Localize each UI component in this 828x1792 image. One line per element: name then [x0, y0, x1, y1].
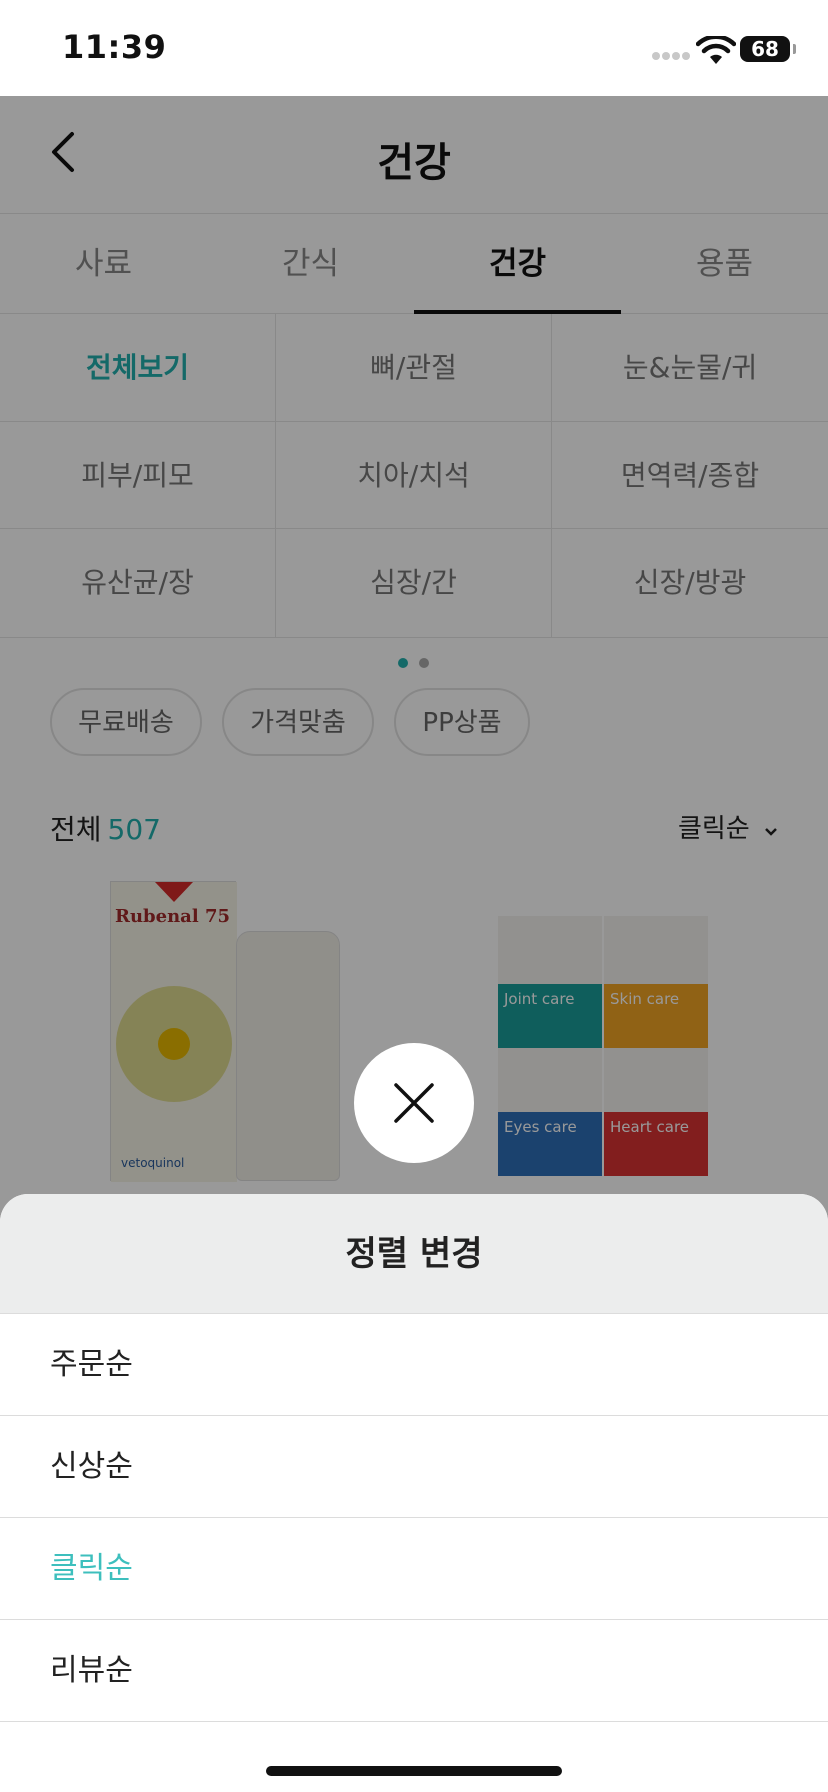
close-icon [394, 1083, 434, 1123]
sort-option-orders[interactable]: 주문순 [0, 1314, 828, 1416]
battery-icon: 68 [740, 36, 796, 62]
wifi-icon [695, 34, 737, 66]
sheet-title: 정렬 변경 [0, 1194, 828, 1314]
status-time: 11:39 [62, 28, 167, 66]
home-indicator[interactable] [266, 1766, 562, 1776]
status-bar: 11:39 68 [0, 0, 828, 96]
sort-option-clicks[interactable]: 클릭순 [0, 1518, 828, 1620]
sort-option-newest[interactable]: 신상순 [0, 1416, 828, 1518]
close-button[interactable] [354, 1043, 474, 1163]
sort-bottom-sheet: 정렬 변경 주문순 신상순 클릭순 리뷰순 [0, 1194, 828, 1792]
cellular-signal-icon [652, 52, 692, 62]
sort-option-reviews[interactable]: 리뷰순 [0, 1620, 828, 1722]
